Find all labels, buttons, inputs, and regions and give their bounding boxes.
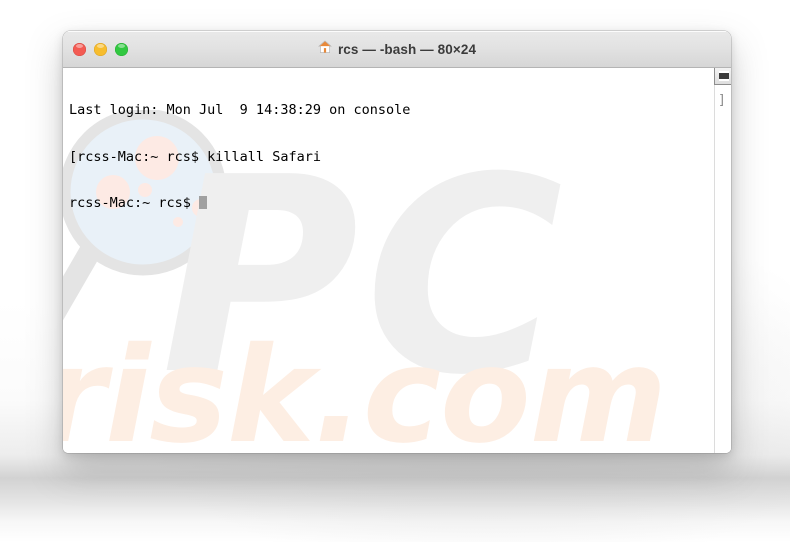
scrollbar-marker: ] [718, 93, 726, 108]
close-button[interactable] [73, 42, 86, 56]
terminal-line: Last login: Mon Jul 9 14:38:29 on consol… [69, 102, 411, 118]
window-controls[interactable] [63, 42, 128, 56]
terminal-line: [rcss-Mac:~ rcs$ killall Safari [69, 148, 321, 165]
home-icon [318, 40, 332, 59]
terminal-scrollbar[interactable]: ] [714, 68, 731, 453]
terminal-content-area[interactable]: PC risk.com Last login: Mon Jul 9 14:38:… [63, 68, 731, 453]
terminal-output[interactable]: Last login: Mon Jul 9 14:38:29 on consol… [69, 72, 714, 243]
watermark-secondary: risk.com [63, 319, 667, 453]
terminal-cursor [199, 196, 208, 209]
window-titlebar[interactable]: rcs — -bash — 80×24 [63, 31, 731, 68]
maximize-button[interactable] [115, 42, 128, 56]
terminal-window[interactable]: rcs — -bash — 80×24 PC risk.com Last log… [63, 31, 731, 453]
scrollbar-corner-button[interactable] [714, 68, 731, 85]
window-title: rcs — -bash — 80×24 [337, 41, 477, 57]
terminal-prompt-line: rcss-Mac:~ rcs$ [69, 195, 714, 212]
minimize-button[interactable] [94, 42, 107, 56]
terminal-body[interactable]: PC risk.com Last login: Mon Jul 9 14:38:… [63, 68, 714, 453]
titlebar-center: rcs — -bash — 80×24 [63, 31, 731, 67]
terminal-prompt-text: rcss-Mac:~ rcs$ [69, 195, 200, 211]
lines-icon [718, 70, 729, 81]
